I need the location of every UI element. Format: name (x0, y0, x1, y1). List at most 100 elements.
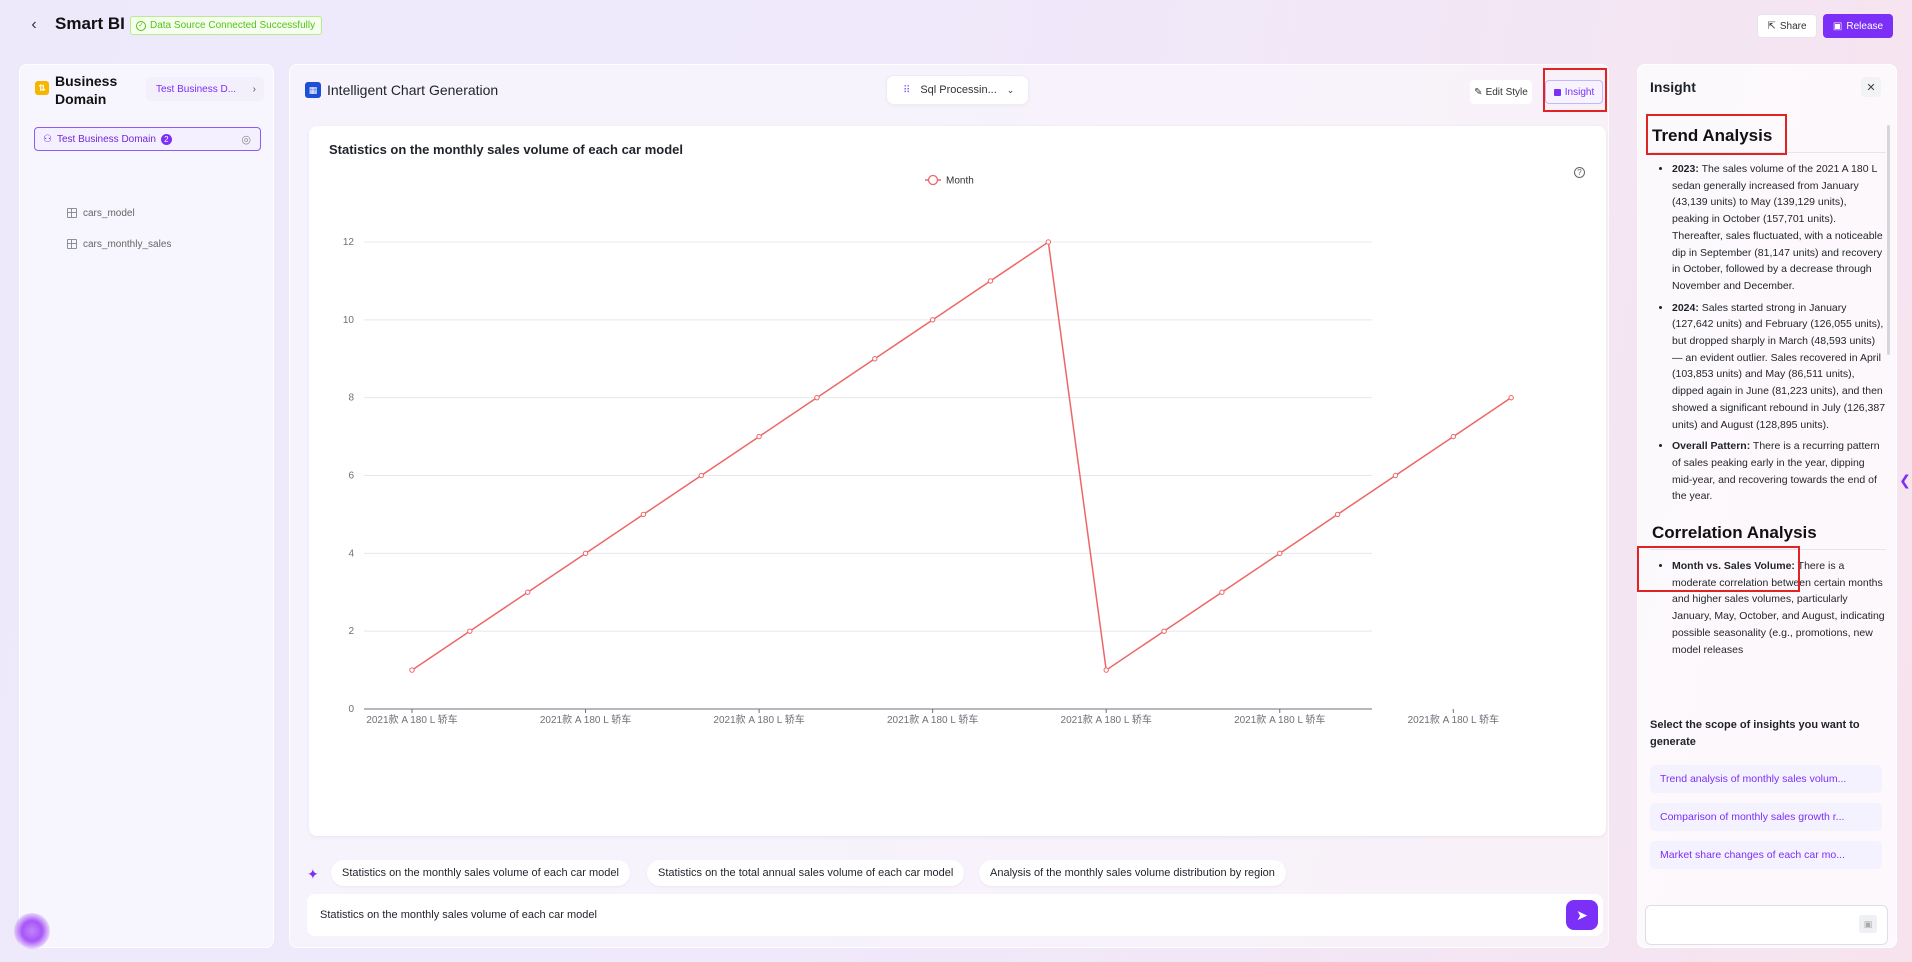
tree-root-count-badge: 2 (160, 133, 172, 145)
data-point (872, 356, 878, 362)
chart-generation-title: Intelligent Chart Generation (327, 82, 499, 98)
app-title: Smart BI (55, 14, 125, 33)
item-text: There is a moderate correlation between … (1672, 560, 1885, 656)
send-icon: ➤ (1576, 906, 1588, 923)
item-text: The sales volume of the 2021 A 180 L sed… (1672, 163, 1883, 292)
x-tick-label: 2021款 A 180 L 轿车 (1408, 713, 1499, 726)
suggestion-chip-2[interactable]: Statistics on the total annual sales vol… (647, 860, 965, 886)
query-input-value: Statistics on the monthly sales volume o… (320, 909, 597, 921)
insight-label: Insight (1564, 86, 1595, 98)
legend-marker (927, 174, 939, 186)
tree-item-cars-model[interactable]: cars_model (67, 205, 135, 221)
hierarchy-icon: ⚇ (43, 133, 52, 145)
x-tick-label: 2021款 A 180 L 轿车 (540, 713, 631, 726)
help-icon[interactable]: ? (1574, 167, 1585, 178)
chart-generation-icon: ▦ (305, 82, 321, 98)
business-domain-panel: ⇅ Business Domain Test Business D... › ⚇… (19, 64, 274, 948)
y-tick-label: 10 (343, 315, 355, 326)
data-point (1450, 433, 1457, 440)
insight-panel-title: Insight (1650, 79, 1696, 95)
connection-status-badge: ✓ Data Source Connected Successfully (130, 16, 323, 35)
data-point (1277, 550, 1283, 557)
tree-item-label: cars_model (83, 207, 135, 219)
y-tick-label: 4 (348, 548, 354, 559)
x-tick-label: 2021款 A 180 L 轿车 (713, 713, 804, 726)
business-domain-icon: ⇅ (35, 81, 49, 95)
data-point (1045, 239, 1052, 245)
insight-content: Trend Analysis 2023: The sales volume of… (1650, 120, 1886, 748)
share-button[interactable]: ⇱ Share (1757, 14, 1817, 38)
sql-processing-select[interactable]: ⠿ Sql Processin... ⌄ (886, 75, 1029, 105)
collapse-chevron-icon[interactable]: ❮ (1898, 465, 1912, 495)
assistant-orb-icon[interactable] (14, 913, 50, 949)
business-domain-select-value: Test Business D... (156, 83, 237, 95)
item-label: Month vs. Sales Volume: (1672, 560, 1795, 573)
insight-icon (1553, 88, 1561, 96)
connection-status-text: Data Source Connected Successfully (150, 20, 316, 31)
release-button[interactable]: ▣ Release (1823, 14, 1893, 38)
check-circle-icon: ✓ (136, 20, 146, 31)
settings-circle-icon[interactable]: ◎ (241, 133, 251, 146)
suggestion-chip-1[interactable]: Statistics on the monthly sales volume o… (331, 860, 630, 886)
x-tick-label: 2021款 A 180 L 轿车 (366, 713, 457, 726)
insight-scope-option-3[interactable]: Market share changes of each car mo... (1650, 841, 1882, 869)
legend-label: Month (946, 176, 974, 187)
insight-button[interactable]: Insight (1545, 80, 1603, 104)
data-point (1392, 472, 1399, 479)
share-label: Share (1779, 20, 1807, 32)
x-tick-label: 2021款 A 180 L 轿车 (1234, 713, 1325, 726)
item-label: 2023: (1672, 163, 1699, 175)
trend-analysis-list: 2023: The sales volume of the 2021 A 180… (1650, 161, 1886, 505)
tree-item-label: cars_monthly_sales (83, 238, 172, 250)
back-arrow-icon[interactable]: ‹ (24, 15, 44, 35)
data-point (1334, 511, 1341, 518)
item-text: Sales started strong in January (127,642… (1672, 301, 1886, 431)
send-button[interactable]: ➤ (1566, 900, 1598, 930)
data-point (525, 589, 531, 595)
suggestion-chip-3[interactable]: Analysis of the monthly sales volume dis… (979, 860, 1286, 886)
insight-send-icon[interactable]: ▣ (1859, 915, 1877, 933)
y-tick-label: 2 (348, 626, 354, 637)
business-domain-select[interactable]: Test Business D... › (146, 77, 264, 101)
tree-root-domain[interactable]: ⚇ Test Business Domain 2 ◎ (34, 127, 261, 151)
chevron-right-icon: › (252, 83, 256, 95)
top-bar: ‹ Smart BI ✓ Data Source Connected Succe… (0, 0, 1912, 50)
data-point (582, 550, 589, 557)
list-item: Month vs. Sales Volume: There is a moder… (1672, 558, 1886, 658)
table-icon (67, 208, 77, 218)
business-domain-title: Business Domain (55, 73, 118, 107)
chevron-down-icon: ⌄ (1006, 84, 1015, 95)
data-point (814, 394, 820, 401)
release-icon: ▣ (1832, 20, 1843, 32)
insight-scope-option-2[interactable]: Comparison of monthly sales growth r... (1650, 803, 1882, 831)
edit-style-label: Edit Style (1485, 86, 1528, 98)
correlation-analysis-heading: Correlation Analysis (1650, 519, 1886, 551)
line-chart: 0 2 4 6 8 10 12 2021款 A 180 L 轿车 2021款 A 180 L 轿… (343, 174, 1514, 726)
query-input[interactable]: Statistics on the monthly sales volume o… (307, 894, 1603, 936)
list-item: 2024: Sales started strong in January (1… (1672, 300, 1886, 434)
sql-processing-value: Sql Processin... (920, 84, 997, 96)
magic-wand-icon: ✦ (307, 866, 319, 882)
data-point (1161, 628, 1167, 634)
chart-generation-panel: ▦ Intelligent Chart Generation ⠿ Sql Pro… (289, 64, 1609, 948)
insight-scrollbar[interactable] (1887, 125, 1890, 355)
data-point (409, 667, 415, 673)
tree-item-cars-monthly-sales[interactable]: cars_monthly_sales (67, 236, 171, 252)
x-tick-label: 2021款 A 180 L 轿车 (1061, 713, 1152, 726)
item-label: 2024: (1672, 301, 1699, 314)
insight-panel: Insight ✕ Trend Analysis 2023: The sales… (1637, 64, 1897, 948)
data-point (467, 628, 473, 634)
insight-scope-title: Select the scope of insights you want to… (1650, 719, 1860, 748)
drag-dots-icon: ⠿ (903, 84, 911, 96)
insight-scope-option-1[interactable]: Trend analysis of monthly sales volum... (1650, 765, 1882, 793)
data-point (987, 278, 994, 284)
list-item: 2023: The sales volume of the 2021 A 180… (1672, 161, 1886, 295)
data-point (1219, 589, 1225, 595)
close-icon[interactable]: ✕ (1861, 77, 1881, 97)
release-label: Release (1846, 20, 1884, 32)
item-label: Overall Pattern: (1672, 440, 1751, 453)
insight-chat-input[interactable] (1645, 905, 1888, 945)
pencil-icon: ✎ (1474, 86, 1483, 98)
data-point (698, 472, 704, 479)
edit-style-button[interactable]: ✎ Edit Style (1470, 80, 1532, 104)
